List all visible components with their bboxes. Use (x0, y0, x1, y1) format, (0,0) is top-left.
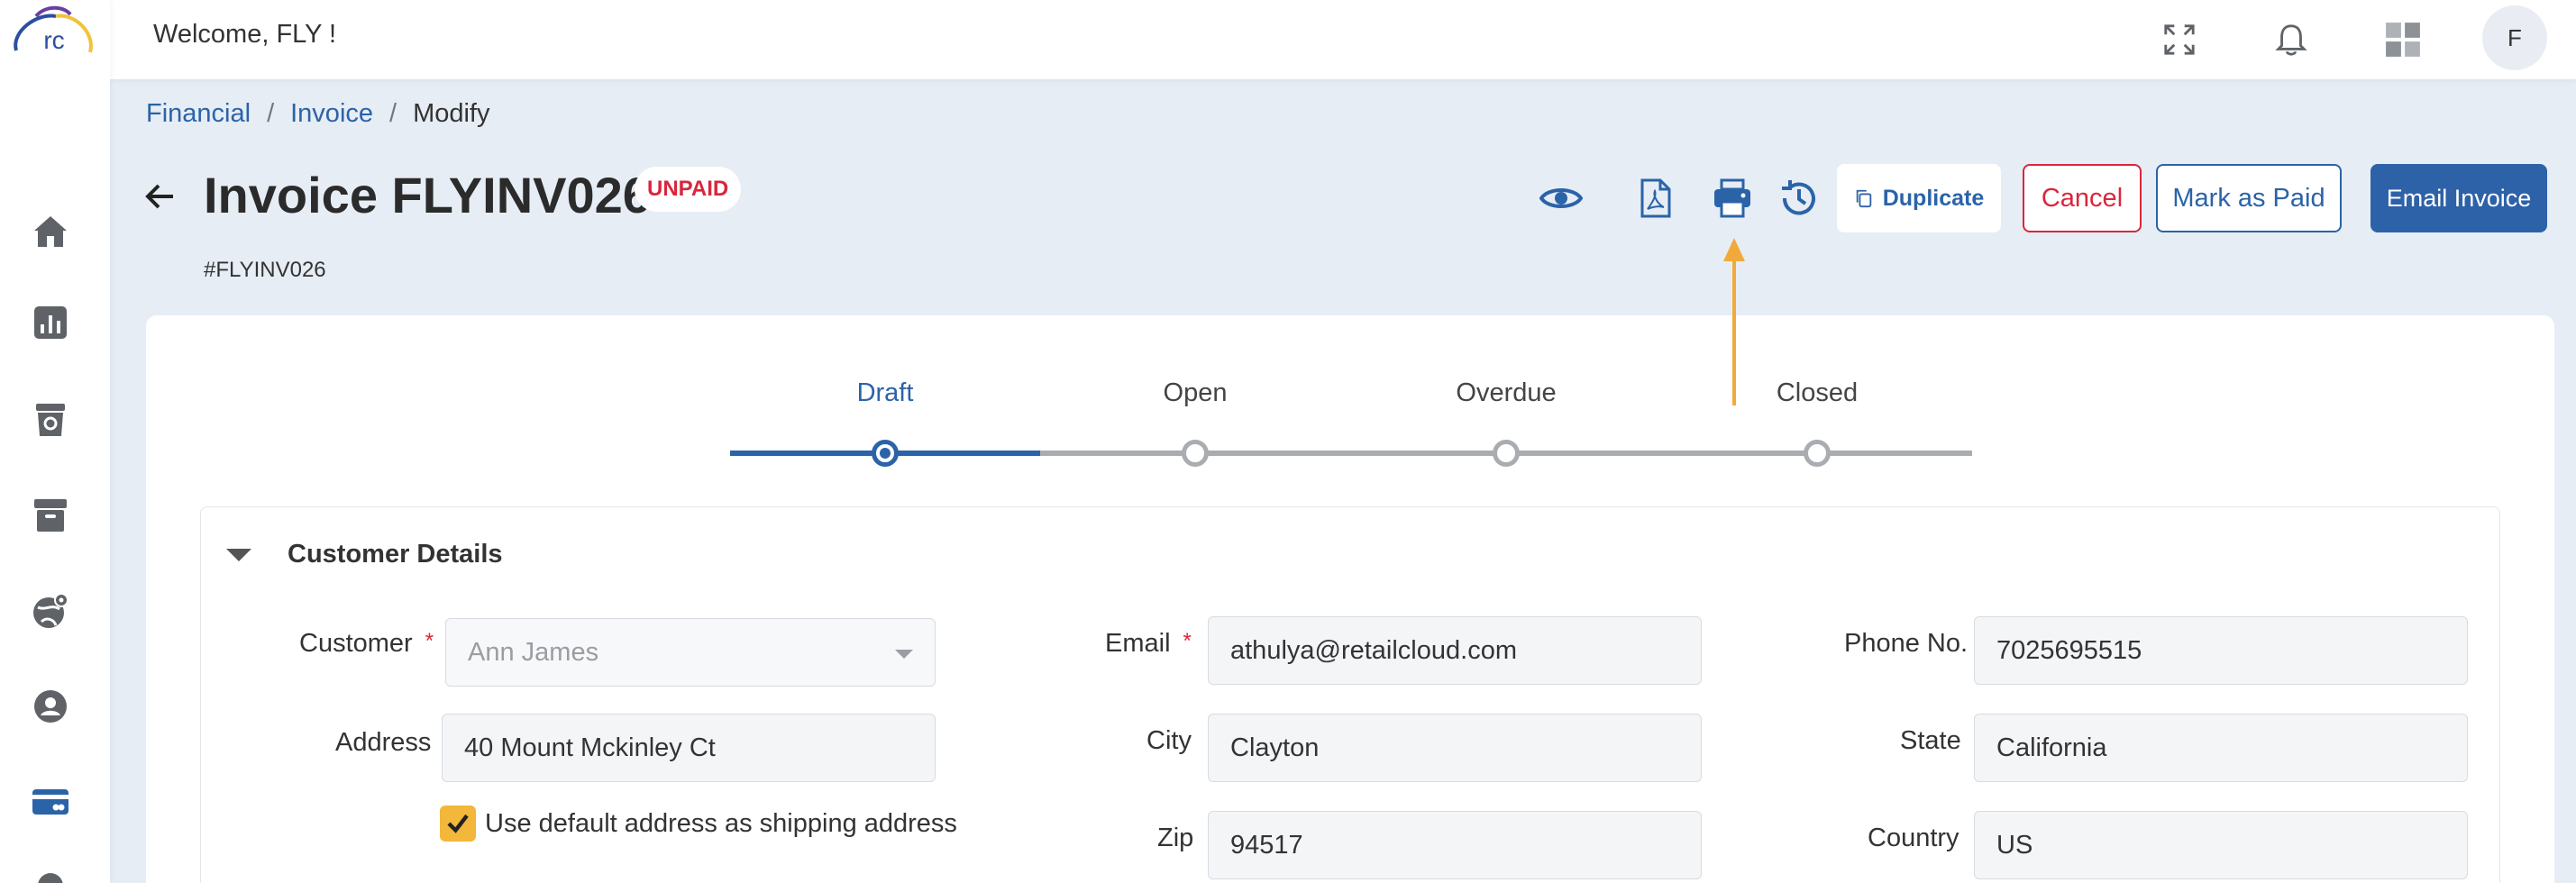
preview-eye-icon[interactable] (1534, 171, 1588, 225)
print-icon[interactable] (1705, 171, 1759, 225)
state-label: State (1900, 726, 1961, 755)
fullscreen-icon[interactable] (2152, 13, 2206, 67)
breadcrumb-invoice[interactable]: Invoice (290, 99, 373, 129)
default-address-label: Use default address as shipping address (485, 809, 957, 838)
collapse-caret-icon[interactable] (226, 549, 251, 561)
email-label: Email * (1105, 629, 1192, 659)
required-marker: * (425, 629, 434, 653)
section-title: Customer Details (288, 540, 503, 569)
phone-field[interactable]: 7025695515 (1974, 616, 2468, 685)
country-field[interactable]: US (1974, 811, 2468, 879)
email-invoice-button[interactable]: Email Invoice (2370, 164, 2547, 232)
products-icon[interactable] (25, 395, 76, 445)
breadcrumb: Financial / Invoice / Modify (146, 99, 490, 129)
welcome-text: Welcome, FLY ! (153, 20, 337, 49)
globe-location-icon[interactable] (25, 586, 76, 636)
status-badge: UNPAID (635, 167, 742, 212)
email-label-text: Email (1105, 629, 1171, 658)
breadcrumb-financial[interactable]: Financial (146, 99, 251, 129)
duplicate-label: Duplicate (1882, 185, 1985, 211)
breadcrumb-separator: / (389, 99, 397, 128)
more-nav-icon[interactable] (25, 860, 76, 883)
logo-text: rc (43, 26, 64, 54)
step-draft-label: Draft (856, 378, 914, 407)
customer-label: Customer * (299, 629, 434, 659)
step-draft-dot (872, 440, 899, 467)
step-overdue-label: Overdue (1456, 378, 1557, 407)
zip-label: Zip (1157, 824, 1194, 852)
history-icon[interactable] (1772, 171, 1826, 225)
checkmark-icon (447, 814, 469, 833)
customer-select[interactable]: Ann James (445, 618, 936, 687)
top-bar: Welcome, FLY ! F (110, 0, 2576, 79)
step-closed-dot (1804, 440, 1831, 467)
state-field[interactable]: California (1974, 714, 2468, 782)
invoice-number: #FLYINV026 (204, 258, 326, 282)
pdf-icon[interactable] (1628, 171, 1682, 225)
step-open-label: Open (1163, 378, 1228, 407)
duplicate-button[interactable]: Duplicate (1837, 164, 2001, 232)
city-field[interactable]: Clayton (1208, 714, 1702, 782)
address-field[interactable]: 40 Mount Mckinley Ct (442, 714, 936, 782)
sidebar: rc (0, 0, 110, 883)
phone-label: Phone No. (1844, 629, 1969, 658)
copy-icon (1856, 189, 1871, 208)
country-label: Country (1868, 824, 1959, 852)
reports-icon[interactable] (25, 297, 76, 348)
app-logo[interactable]: rc (9, 5, 99, 68)
zip-field[interactable]: 94517 (1208, 811, 1702, 879)
archive-icon[interactable] (25, 490, 76, 541)
chevron-down-icon (895, 650, 913, 659)
customer-value: Ann James (468, 637, 599, 667)
mark-as-paid-button[interactable]: Mark as Paid (2156, 164, 2342, 232)
city-label: City (1146, 726, 1192, 755)
customer-settings-icon[interactable] (25, 681, 76, 732)
step-overdue-dot (1493, 440, 1520, 467)
step-closed-label: Closed (1776, 378, 1859, 407)
breadcrumb-modify: Modify (413, 99, 490, 128)
page-title: Invoice FLYINV026 (204, 167, 651, 223)
address-label: Address (335, 728, 432, 757)
customer-label-text: Customer (299, 629, 413, 658)
status-stepper: Draft Open Overdue Closed (730, 378, 1972, 469)
required-marker: * (1183, 629, 1192, 653)
default-address-checkbox[interactable] (440, 806, 476, 842)
step-open-dot (1182, 440, 1209, 467)
breadcrumb-separator: / (267, 99, 275, 128)
user-avatar[interactable]: F (2482, 5, 2547, 70)
email-field[interactable]: athulya@retailcloud.com (1208, 616, 1702, 685)
back-arrow-icon[interactable] (141, 177, 180, 216)
cancel-button[interactable]: Cancel (2023, 164, 2142, 232)
home-icon[interactable] (25, 205, 76, 256)
notification-bell-icon[interactable] (2264, 13, 2318, 67)
payments-icon[interactable] (25, 777, 76, 827)
apps-grid-icon[interactable] (2376, 13, 2430, 67)
